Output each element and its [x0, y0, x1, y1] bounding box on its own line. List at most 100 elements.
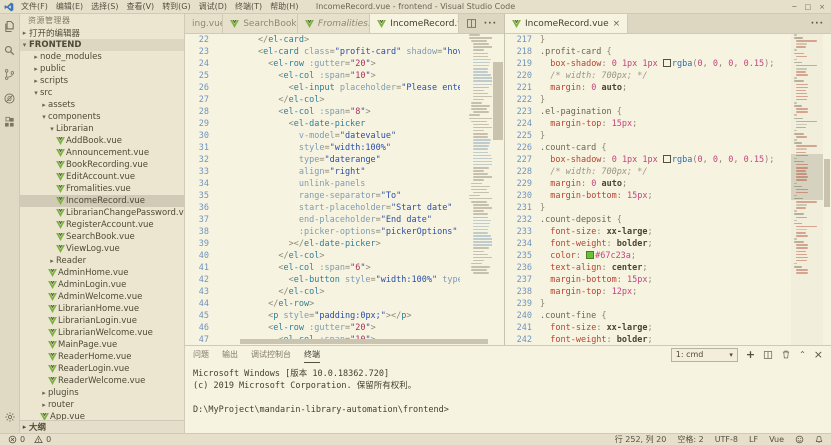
code-editor-1[interactable]: 22 </el-card>23 <el-card class="profit-c…: [185, 34, 460, 345]
activitybar-source-control[interactable]: [0, 62, 20, 86]
code-line[interactable]: 237 margin-bottom: 15px;: [505, 274, 793, 286]
activitybar-debug[interactable]: [0, 86, 20, 110]
code-line[interactable]: 218.profit-card {: [505, 46, 793, 58]
code-line[interactable]: 45 <p style="padding:0px;"></p>: [185, 310, 460, 322]
close-button[interactable]: ×: [819, 3, 825, 11]
code-line[interactable]: 239}: [505, 298, 793, 310]
code-line[interactable]: 228 /* width: 700px; */: [505, 166, 793, 178]
code-line[interactable]: 41 <el-col :span="6">: [185, 262, 460, 274]
code-line[interactable]: 224 margin-top: 15px;: [505, 118, 793, 130]
tab-ing.vue[interactable]: ing.vue: [185, 14, 223, 33]
tree-item-readerlogin.vue[interactable]: ReaderLogin.vue: [20, 363, 184, 375]
tree-item-librarianlogin.vue[interactable]: LibrarianLogin.vue: [20, 315, 184, 327]
tree-item-public[interactable]: ▸public: [20, 63, 184, 75]
minimap-1[interactable]: [460, 34, 492, 345]
code-line[interactable]: 230 margin-bottom: 15px;: [505, 190, 793, 202]
code-line[interactable]: 221 margin: 0 auto;: [505, 82, 793, 94]
panel-tab-问题[interactable]: 问题: [193, 347, 209, 362]
panel-tab-调试控制台[interactable]: 调试控制台: [251, 347, 291, 362]
close-panel-icon[interactable]: ×: [814, 348, 823, 361]
tree-item-adminhome.vue[interactable]: AdminHome.vue: [20, 267, 184, 279]
code-line[interactable]: 235 color: #67c23a;: [505, 250, 793, 262]
tree-item-adminwelcome.vue[interactable]: AdminWelcome.vue: [20, 291, 184, 303]
code-line[interactable]: 40 </el-col>: [185, 250, 460, 262]
tree-item-reader[interactable]: ▸Reader: [20, 255, 184, 267]
status-item[interactable]: UTF-8: [715, 435, 738, 444]
tree-item-announcement.vue[interactable]: Announcement.vue: [20, 147, 184, 159]
scrollbar-thumb[interactable]: [824, 159, 830, 207]
code-line[interactable]: 222}: [505, 94, 793, 106]
code-line[interactable]: 236 text-align: center;: [505, 262, 793, 274]
menu-item-g[interactable]: 转到(G): [158, 1, 194, 12]
tree-item-addbook.vue[interactable]: AddBook.vue: [20, 135, 184, 147]
open-editors-section[interactable]: ▸ 打开的编辑器: [20, 27, 184, 39]
code-line[interactable]: 232.count-deposit {: [505, 214, 793, 226]
status-item[interactable]: LF: [749, 435, 758, 444]
tree-item-searchbook.vue[interactable]: SearchBook.vue: [20, 231, 184, 243]
tree-item-librarian[interactable]: ▾Librarian: [20, 123, 184, 135]
maximize-button[interactable]: □: [805, 3, 812, 11]
maximize-panel-icon[interactable]: ⌃: [799, 350, 806, 359]
menu-item-h[interactable]: 帮助(H): [266, 1, 302, 12]
tree-item-src[interactable]: ▾src: [20, 87, 184, 99]
code-line[interactable]: 234 font-weight: bolder;: [505, 238, 793, 250]
code-line[interactable]: 24 <el-row :gutter="20">: [185, 58, 460, 70]
tree-item-incomerecord.vue[interactable]: IncomeRecord.vue: [20, 195, 184, 207]
panel-tab-输出[interactable]: 输出: [222, 347, 238, 362]
kill-terminal-icon[interactable]: [781, 349, 791, 360]
code-line[interactable]: 39 ></el-date-picker>: [185, 238, 460, 250]
status-item-feedback[interactable]: [795, 435, 804, 444]
code-line[interactable]: 241 font-size: xx-large;: [505, 322, 793, 334]
terminal-shell-select[interactable]: 1: cmd ▾: [671, 348, 738, 362]
terminal-output[interactable]: Microsoft Windows [版本 10.0.18362.720](c)…: [185, 363, 831, 421]
code-editor-2[interactable]: 217}218.profit-card {219 box-shadow: 0 1…: [505, 34, 793, 345]
outline-section[interactable]: ▸ 大纲: [20, 420, 184, 433]
code-line[interactable]: 37 end-placeholder="End date": [185, 214, 460, 226]
split-terminal-icon[interactable]: [763, 350, 773, 360]
minimize-button[interactable]: ─: [792, 3, 796, 11]
more-actions-icon[interactable]: ···: [811, 19, 824, 29]
status-item[interactable]: Vue: [769, 435, 784, 444]
code-line[interactable]: 34 unlink-panels: [185, 178, 460, 190]
horizontal-scrollbar-1[interactable]: [240, 339, 488, 344]
tree-item-assets[interactable]: ▸assets: [20, 99, 184, 111]
code-line[interactable]: 229 margin: 0 auto;: [505, 178, 793, 190]
tree-item-viewlog.vue[interactable]: ViewLog.vue: [20, 243, 184, 255]
code-line[interactable]: 35 range-separator="To": [185, 190, 460, 202]
code-line[interactable]: 29 <el-date-picker: [185, 118, 460, 130]
tab-incomerecord.vue[interactable]: IncomeRecord.vue: [370, 14, 459, 33]
code-line[interactable]: 42 <el-button style="width:100%" type="p…: [185, 274, 460, 286]
code-line[interactable]: 220 /* width: 700px; */: [505, 70, 793, 82]
tree-item-librarianchangepassword.vue[interactable]: LibrarianChangePassword.vue: [20, 207, 184, 219]
code-line[interactable]: 38 :picker-options="pickerOptions": [185, 226, 460, 238]
code-line[interactable]: 25 <el-col :span="10">: [185, 70, 460, 82]
code-line[interactable]: 27 </el-col>: [185, 94, 460, 106]
code-line[interactable]: 226.count-card {: [505, 142, 793, 154]
menu-item-t[interactable]: 终端(T): [231, 1, 266, 12]
tree-item-readerwelcome.vue[interactable]: ReaderWelcome.vue: [20, 375, 184, 387]
status-item[interactable]: 行 252, 列 20: [615, 434, 667, 445]
tree-item-fromalities.vue[interactable]: Fromalities.vue: [20, 183, 184, 195]
code-line[interactable]: 36 start-placeholder="Start date": [185, 202, 460, 214]
code-line[interactable]: 23 <el-card class="profit-card" shadow="…: [185, 46, 460, 58]
status-item-bell[interactable]: [815, 435, 823, 444]
code-line[interactable]: 231}: [505, 202, 793, 214]
tab-incomerecord.vue[interactable]: IncomeRecord.vue×: [505, 14, 628, 33]
menu-item-f[interactable]: 文件(F): [17, 1, 52, 12]
tree-item-scripts[interactable]: ▸scripts: [20, 75, 184, 87]
more-actions-icon[interactable]: ···: [484, 19, 497, 29]
status-item-warning[interactable]: 0: [34, 435, 51, 444]
code-line[interactable]: 240.count-fine {: [505, 310, 793, 322]
tab-fromalities.vue[interactable]: Fromalities.vue: [298, 14, 370, 33]
code-line[interactable]: 217}: [505, 34, 793, 46]
vertical-scrollbar-2[interactable]: [823, 34, 831, 345]
code-line[interactable]: 44 </el-row>: [185, 298, 460, 310]
new-terminal-icon[interactable]: +: [746, 348, 755, 361]
code-line[interactable]: 22 </el-card>: [185, 34, 460, 46]
code-line[interactable]: 227 box-shadow: 0 1px 1px rgba(0, 0, 0, …: [505, 154, 793, 166]
activitybar-search[interactable]: [0, 38, 20, 62]
split-editor-icon[interactable]: [466, 18, 477, 29]
code-line[interactable]: 219 box-shadow: 0 1px 1px rgba(0, 0, 0, …: [505, 58, 793, 70]
menu-item-d[interactable]: 调试(D): [195, 1, 231, 12]
tree-item-mainpage.vue[interactable]: MainPage.vue: [20, 339, 184, 351]
